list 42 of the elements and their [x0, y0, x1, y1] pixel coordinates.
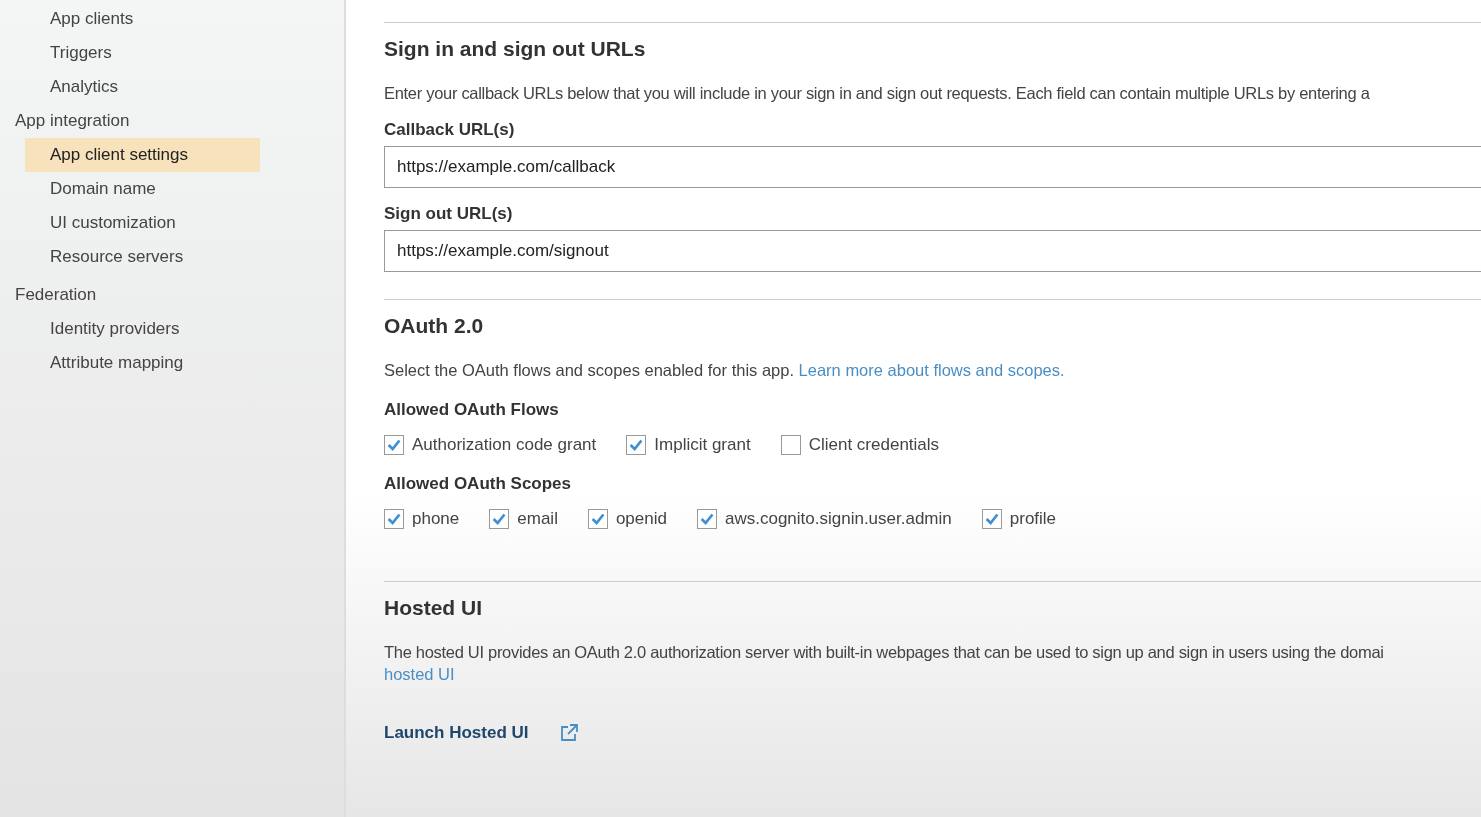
learn-more-link[interactable]: Learn more about flows and scopes.	[798, 361, 1065, 379]
checkbox-label: Authorization code grant	[412, 435, 597, 455]
checkbox-label: Implicit grant	[654, 435, 751, 455]
checkbox-label: aws.cognito.signin.user.admin	[724, 509, 952, 529]
section-description: Enter your callback URLs below that you will include in your sign in and sign out requests. Each field can contain multiple URLs by entering a	[384, 83, 1371, 104]
section-title: Sign in and sign out URLs	[384, 36, 647, 62]
section-description: The hosted UI provides an OAuth 2.0 authorization server with built-in webpages that can be used to sign up and sign in users using the domai	[384, 642, 1385, 663]
sidebar-item[interactable]: Domain name	[25, 172, 260, 206]
checkbox-label: email	[517, 509, 558, 529]
checkbox[interactable]	[981, 509, 1002, 529]
checkbox[interactable]	[587, 509, 608, 529]
group-label: Allowed OAuth Flows	[384, 399, 560, 421]
sidebar-item[interactable]: Identity providers	[25, 312, 260, 346]
sidebar-section[interactable]: App integration	[0, 104, 344, 138]
checkbox[interactable]	[626, 435, 647, 455]
section-description: Select the OAuth flows and scopes enabled for this app. Learn more about flows and scopes.	[384, 360, 1066, 381]
checkbox-label: openid	[615, 509, 667, 529]
external-link-icon[interactable]	[558, 723, 579, 743]
field-label: Sign out URL(s)	[384, 204, 514, 224]
checkbox[interactable]	[489, 509, 510, 529]
group-label: Allowed OAuth Scopes	[384, 473, 573, 495]
checkbox[interactable]	[780, 435, 801, 455]
sidebar-item[interactable]: Triggers	[25, 36, 260, 70]
sidebar-item[interactable]: Resource servers	[25, 240, 260, 274]
checkbox-label: phone	[412, 509, 460, 529]
checkbox-label: Client credentials	[808, 435, 940, 455]
sidebar-item[interactable]: Attribute mapping	[25, 346, 260, 380]
url-field[interactable]: https://example.com/callback	[384, 146, 1481, 188]
sidebar-item[interactable]: App client settings	[25, 138, 260, 172]
section-title: Hosted UI	[384, 595, 483, 621]
sidebar-item[interactable]: App clients	[25, 2, 260, 36]
sidebar-section[interactable]: Federation	[0, 278, 344, 312]
checkbox[interactable]	[384, 509, 404, 529]
checkbox[interactable]	[384, 435, 404, 455]
checkbox-label: profile	[1009, 509, 1057, 529]
section-title: OAuth 2.0	[384, 313, 485, 339]
launch-hosted-ui-link[interactable]: Launch Hosted UI	[384, 723, 529, 743]
checkbox[interactable]	[696, 509, 717, 529]
field-label: Callback URL(s)	[384, 120, 516, 140]
sidebar-item[interactable]: Analytics	[25, 70, 260, 104]
url-field[interactable]: https://example.com/signout	[384, 230, 1481, 272]
sidebar-item[interactable]: UI customization	[25, 206, 260, 240]
